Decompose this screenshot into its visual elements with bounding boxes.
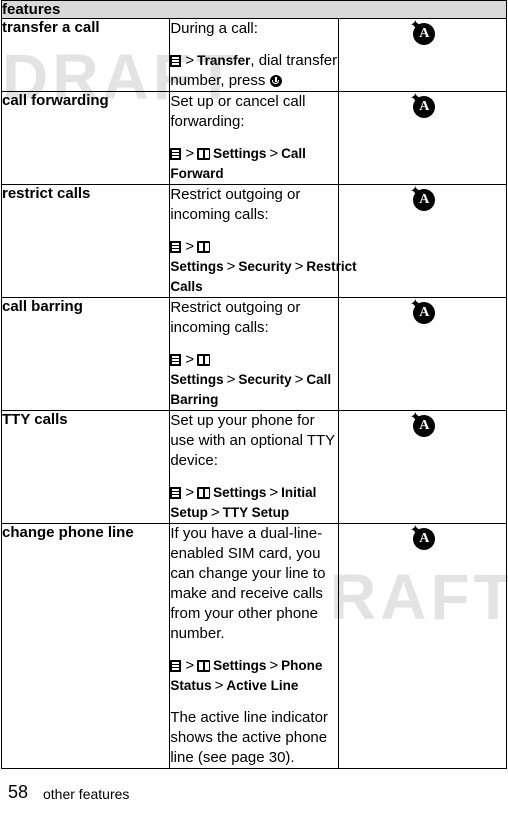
row-label-transfer-a-call: transfer a call bbox=[0, 18, 171, 92]
end-call-key-icon bbox=[269, 75, 282, 87]
row-nav-path: >Settings > Security > Restrict Calls bbox=[170, 237, 357, 297]
path-item-settings: Settings bbox=[213, 658, 267, 673]
network-a-icon: ✦ A bbox=[409, 523, 436, 550]
path-separator: > bbox=[185, 657, 195, 674]
table-row: call forwarding Set up or cancel call fo… bbox=[0, 91, 508, 185]
row-body-text-secondary: The active line indicator shows the acti… bbox=[170, 709, 328, 766]
row-body-call-forwarding: Set up or cancel call forwarding: > Setti… bbox=[169, 91, 339, 185]
path-separator: > bbox=[269, 145, 279, 162]
row-body-text: Restrict outgoing or incoming calls: bbox=[170, 299, 301, 336]
path-separator: > bbox=[210, 504, 220, 521]
features-header: features bbox=[1, 0, 507, 19]
table-header-row: features bbox=[1, 0, 507, 19]
table-row: TTY calls Set up your phone for use with… bbox=[0, 410, 508, 524]
path-item-settings: Settings bbox=[170, 259, 224, 274]
row-nav-path: > Settings > Phone Status > Active Line bbox=[170, 656, 337, 696]
row-body-change-phone-line: If you have a dual-line-enabled SIM card… bbox=[169, 523, 339, 769]
path-separator: > bbox=[269, 657, 279, 674]
menu-key-icon bbox=[170, 354, 182, 366]
settings-icon bbox=[197, 354, 211, 366]
row-nav-path: > Settings > Initial Setup > TTY Setup bbox=[170, 483, 337, 523]
path-item-security: Security bbox=[238, 259, 292, 274]
network-a-icon: ✦ A bbox=[409, 184, 436, 211]
network-a-icon: ✦ A bbox=[409, 410, 436, 437]
network-a-letter: A bbox=[413, 528, 436, 550]
row-icon-cell: ✦ A bbox=[337, 410, 508, 524]
row-icon-cell: ✦ A bbox=[337, 91, 508, 185]
table-row: call barring Restrict outgoing or incomi… bbox=[0, 297, 508, 411]
settings-icon bbox=[197, 660, 211, 672]
row-nav-path: > Settings > Call Forward bbox=[170, 144, 337, 184]
network-a-letter: A bbox=[413, 302, 436, 324]
path-separator: > bbox=[269, 484, 279, 501]
path-item-settings: Settings bbox=[213, 485, 267, 500]
path-separator: > bbox=[185, 52, 195, 69]
row-nav-path: > Transfer, dial transfer number, press bbox=[170, 51, 337, 91]
footer-section-title: other features bbox=[43, 786, 130, 802]
page-number: 58 bbox=[8, 782, 29, 802]
path-separator: > bbox=[185, 484, 195, 501]
menu-key-icon bbox=[170, 660, 182, 672]
row-body-restrict-calls: Restrict outgoing or incoming calls: >Se… bbox=[169, 184, 357, 298]
network-a-icon: ✦ A bbox=[409, 297, 436, 324]
path-item-tty-setup: TTY Setup bbox=[222, 505, 290, 520]
path-item-settings: Settings bbox=[213, 146, 267, 161]
row-nav-path: >Settings > Security > Call Barring bbox=[170, 350, 337, 410]
path-item-transfer: Transfer bbox=[197, 53, 251, 68]
path-separator: > bbox=[294, 371, 304, 388]
menu-key-icon bbox=[170, 148, 182, 160]
network-a-letter: A bbox=[413, 23, 436, 45]
settings-icon bbox=[197, 148, 211, 160]
menu-key-icon bbox=[170, 55, 182, 67]
path-separator: > bbox=[185, 351, 195, 368]
row-body-call-barring: Restrict outgoing or incoming calls: >Se… bbox=[169, 297, 339, 411]
settings-icon bbox=[197, 241, 211, 253]
row-icon-cell: ✦ A bbox=[337, 18, 508, 92]
path-separator: > bbox=[226, 371, 236, 388]
path-item-active-line: Active Line bbox=[226, 678, 299, 693]
row-label-restrict-calls: restrict calls bbox=[0, 184, 171, 298]
row-label-call-forwarding: call forwarding bbox=[0, 91, 171, 185]
menu-key-icon bbox=[170, 487, 182, 499]
table-row: change phone line If you have a dual-lin… bbox=[0, 523, 508, 769]
row-label-tty-calls: TTY calls bbox=[0, 410, 171, 524]
path-item-security: Security bbox=[238, 372, 292, 387]
network-a-letter: A bbox=[413, 96, 436, 118]
features-table: features transfer a call During a call: … bbox=[0, 0, 508, 769]
path-separator: > bbox=[294, 258, 304, 275]
row-body-text: During a call: bbox=[170, 20, 258, 37]
table-row: transfer a call During a call: > Transfer… bbox=[0, 18, 508, 92]
network-a-letter: A bbox=[413, 415, 436, 437]
row-body-text: If you have a dual-line-enabled SIM card… bbox=[170, 525, 326, 642]
path-separator: > bbox=[214, 677, 224, 694]
row-body-text: Set up your phone for use with an option… bbox=[170, 412, 335, 469]
path-separator: > bbox=[185, 145, 195, 162]
path-separator: > bbox=[185, 238, 195, 255]
settings-icon bbox=[197, 487, 211, 499]
table-row: restrict calls Restrict outgoing or inco… bbox=[0, 184, 508, 298]
row-body-text: Set up or cancel call forwarding: bbox=[170, 93, 306, 130]
row-body-transfer-a-call: During a call: > Transfer, dial transfer … bbox=[169, 18, 339, 92]
row-label-change-phone-line: change phone line bbox=[0, 523, 171, 769]
network-a-icon: ✦ A bbox=[409, 91, 436, 118]
row-icon-cell: ✦ A bbox=[337, 184, 508, 298]
page: features transfer a call During a call: … bbox=[0, 0, 508, 815]
path-separator: > bbox=[226, 258, 236, 275]
path-item-settings: Settings bbox=[170, 372, 224, 387]
row-label-call-barring: call barring bbox=[0, 297, 171, 411]
menu-key-icon bbox=[170, 241, 182, 253]
row-icon-cell: ✦ A bbox=[337, 523, 508, 769]
row-body-text: Restrict outgoing or incoming calls: bbox=[170, 186, 301, 223]
network-a-icon: ✦ A bbox=[409, 18, 436, 45]
row-body-tty-calls: Set up your phone for use with an option… bbox=[169, 410, 339, 524]
network-a-letter: A bbox=[413, 189, 436, 211]
row-icon-cell: ✦ A bbox=[337, 297, 508, 411]
